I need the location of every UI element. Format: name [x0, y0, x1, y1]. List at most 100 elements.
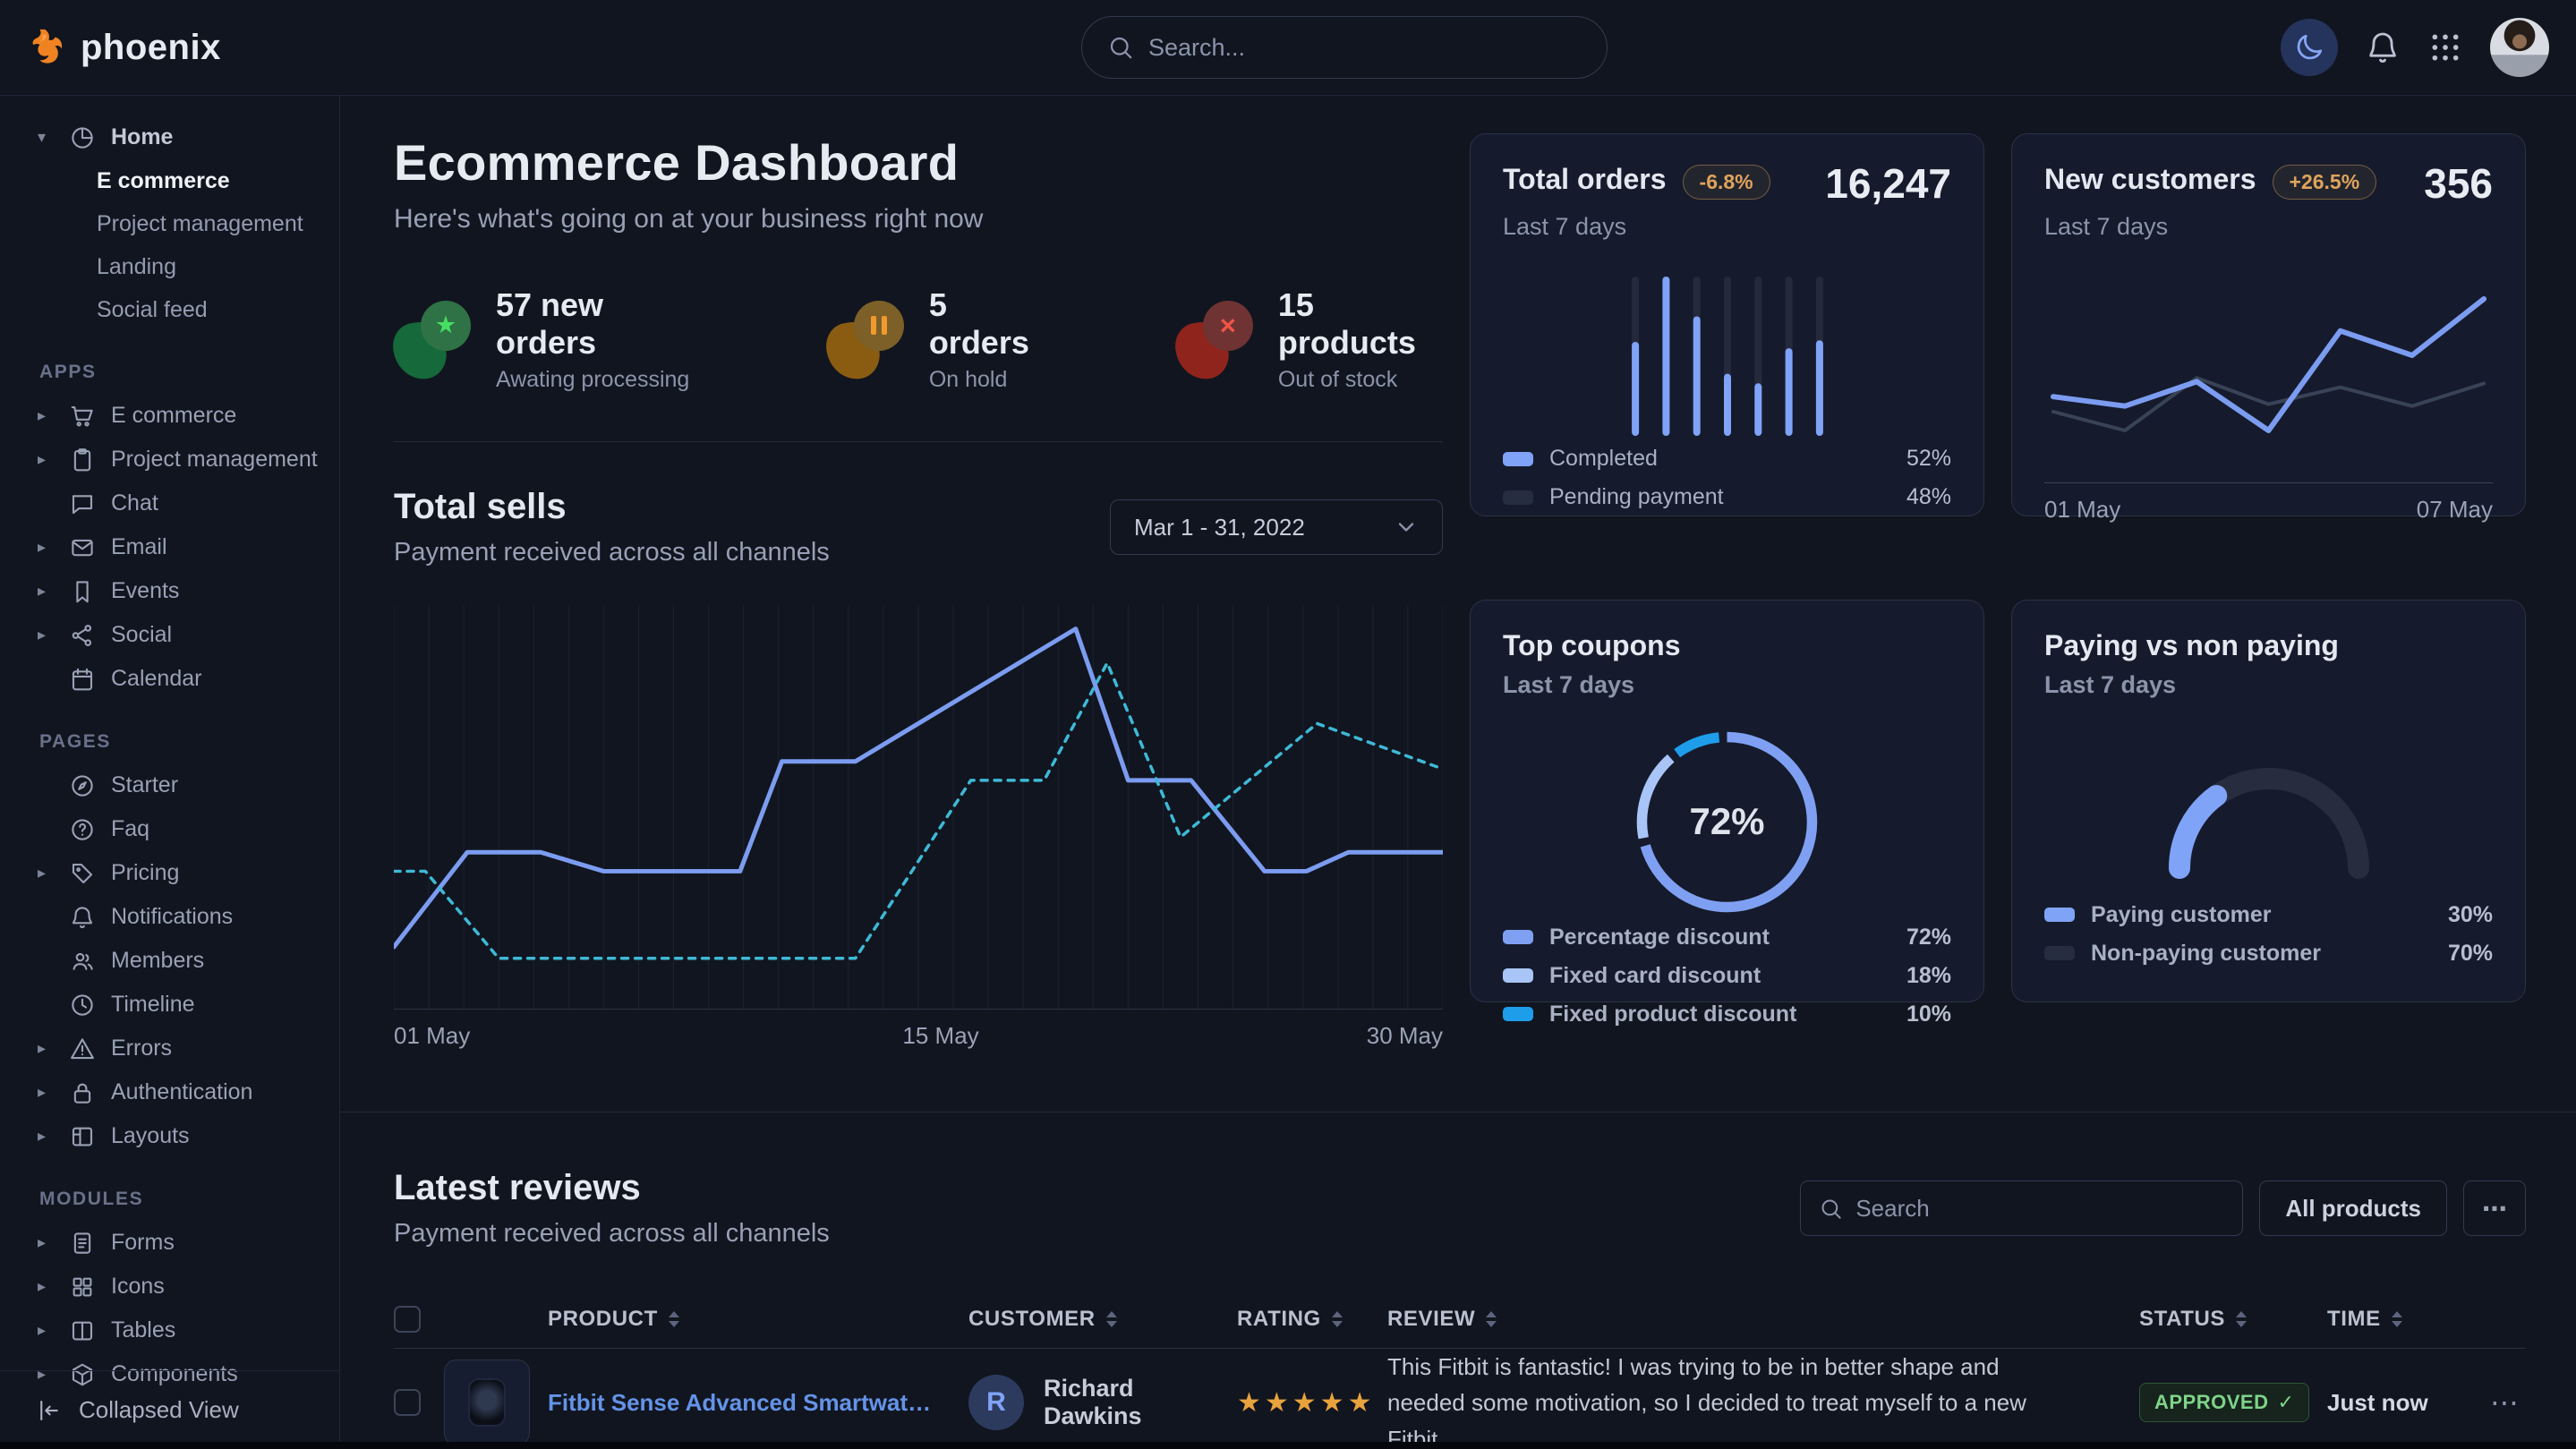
sidebar-item-label: Home	[111, 124, 173, 150]
stat-value: 15 products	[1278, 286, 1443, 362]
dark-mode-toggle[interactable]	[2281, 19, 2338, 76]
question-icon	[69, 816, 96, 843]
reviews-search[interactable]	[1800, 1181, 2243, 1236]
main-content: Ecommerce Dashboard Here's what's going …	[340, 96, 2576, 1449]
sidebar-item-notifications[interactable]: Notifications	[0, 895, 339, 939]
global-search[interactable]	[1081, 16, 1608, 79]
date-range-value: Mar 1 - 31, 2022	[1134, 514, 1305, 541]
app-root: phoenix ▾HomeE commerce Project managemen…	[0, 0, 2576, 1449]
topbar: phoenix	[0, 0, 2576, 96]
sidebar-item-social[interactable]: ▸ Social	[0, 613, 339, 657]
legend-label: Pending payment	[1549, 484, 1724, 510]
donut-center-label: 72%	[1631, 726, 1823, 918]
sidebar-item-label: Errors	[111, 1036, 172, 1061]
sidebar-item-icons[interactable]: ▸Icons	[0, 1265, 339, 1308]
brand[interactable]: phoenix	[27, 27, 221, 68]
sidebar-item-project-management[interactable]: ▸ Project management	[0, 438, 339, 482]
sidebar-item-tables[interactable]: ▸Tables	[0, 1308, 339, 1352]
search-icon	[1819, 1197, 1843, 1221]
card-top-coupons: Top coupons Last 7 days 72% Percentage d…	[1470, 600, 1984, 1002]
sidebar-item-label: Social	[111, 622, 172, 648]
collapse-view-button[interactable]: Collapsed View	[0, 1370, 339, 1449]
brand-name: phoenix	[81, 28, 221, 68]
sidebar-item-label: Events	[111, 578, 179, 604]
caret-right-icon: ▸	[38, 1321, 54, 1340]
card-period: Last 7 days	[2044, 671, 2493, 699]
sidebar-item-chat[interactable]: Chat	[0, 482, 339, 525]
sidebar-item-forms[interactable]: ▸Forms	[0, 1221, 339, 1265]
stat-on-hold: 5 orders On hold	[827, 286, 1042, 393]
more-options-button[interactable]: ⋯	[2463, 1181, 2526, 1236]
sidebar-item-e-commerce[interactable]: E commerce	[0, 159, 339, 202]
stat-caption: On hold	[929, 367, 1042, 393]
reviews-title: Latest reviews	[394, 1168, 830, 1208]
sidebar-item-members[interactable]: Members	[0, 939, 339, 983]
sidebar-item-label: Project management	[111, 447, 318, 473]
sidebar-item-label: Chat	[111, 490, 158, 516]
sidebar-item-starter[interactable]: Starter	[0, 763, 339, 807]
row-more-button[interactable]: ⋯	[2490, 1385, 2526, 1419]
all-products-button[interactable]: All products	[2259, 1181, 2447, 1236]
sidebar-item-authentication[interactable]: ▸Authentication	[0, 1070, 339, 1114]
pie-icon	[69, 124, 96, 151]
caret-right-icon: ▸	[38, 406, 54, 425]
sidebar-item-events[interactable]: ▸Events	[0, 569, 339, 613]
row-checkbox[interactable]	[394, 1389, 421, 1416]
sidebar-item-landing[interactable]: Landing	[0, 245, 339, 288]
sort-icon	[1106, 1311, 1117, 1327]
collapse-label: Collapsed View	[79, 1396, 239, 1424]
sidebar-item-email[interactable]: ▸Email	[0, 525, 339, 569]
global-search-input[interactable]	[1148, 34, 1582, 62]
dashboard-left-column: Ecommerce Dashboard Here's what's going …	[394, 133, 1443, 1053]
card-value: 356	[2424, 163, 2493, 204]
pause-icon	[871, 316, 887, 335]
column-header-rating[interactable]: RATING	[1237, 1307, 1387, 1332]
total-orders-bar-chart	[1503, 273, 1951, 439]
compass-icon	[69, 772, 96, 799]
date-range-select[interactable]: Mar 1 - 31, 2022	[1110, 499, 1443, 555]
stat-caption: Awating processing	[496, 367, 693, 393]
column-header-time[interactable]: TIME	[2327, 1307, 2470, 1332]
sidebar-item-calendar[interactable]: Calendar	[0, 657, 339, 701]
sidebar-item-label: Project management	[97, 211, 303, 237]
paying-legend: Paying customer30%Non-paying customer70%	[2044, 896, 2493, 973]
product-thumbnail[interactable]	[444, 1360, 530, 1445]
sidebar-item-label: Members	[111, 948, 204, 974]
column-header-review[interactable]: REVIEW	[1387, 1307, 2139, 1332]
sidebar-item-social-feed[interactable]: Social feed	[0, 288, 339, 331]
stat-icon: ×	[1176, 301, 1253, 379]
caret-right-icon: ▸	[38, 450, 54, 469]
sidebar-item-layouts[interactable]: ▸Layouts	[0, 1114, 339, 1158]
legend-value: 18%	[1906, 963, 1951, 989]
column-header-customer[interactable]: CUSTOMER	[968, 1307, 1237, 1332]
top-coupons-donut-chart: 72%	[1631, 726, 1823, 918]
sidebar-item-faq[interactable]: Faq	[0, 807, 339, 851]
apps-grid-button[interactable]	[2427, 30, 2463, 65]
sidebar-item-errors[interactable]: ▸Errors	[0, 1027, 339, 1070]
legend-value: 70%	[2448, 941, 2493, 967]
column-header-status[interactable]: STATUS	[2139, 1307, 2327, 1332]
user-avatar[interactable]	[2490, 18, 2549, 77]
card-period: Last 7 days	[1503, 213, 1951, 241]
customer-cell: RRichard Dawkins	[968, 1375, 1237, 1430]
sidebar-item-pricing[interactable]: ▸Pricing	[0, 851, 339, 895]
sidebar-item-project-management[interactable]: Project management	[0, 202, 339, 245]
chevron-down-icon	[1394, 515, 1419, 540]
stat-value: 5 orders	[929, 286, 1042, 362]
sidebar-item-timeline[interactable]: Timeline	[0, 983, 339, 1027]
product-link[interactable]: Fitbit Sense Advanced Smartwatch with To…	[548, 1389, 968, 1417]
select-all-checkbox[interactable]	[394, 1306, 421, 1333]
caret-right-icon: ▸	[38, 626, 54, 644]
share-icon	[69, 622, 96, 649]
legend-value: 72%	[1906, 925, 1951, 950]
sidebar-item-e-commerce[interactable]: ▸E commerce	[0, 394, 339, 438]
phoenix-flame-icon	[27, 27, 68, 68]
bell-icon	[69, 904, 96, 931]
stat-value: 57 new orders	[496, 286, 693, 362]
column-header-product[interactable]: PRODUCT	[548, 1307, 968, 1332]
notifications-button[interactable]	[2365, 30, 2401, 65]
rating-stars: ★★★★★	[1237, 1387, 1387, 1419]
reviews-search-input[interactable]	[1855, 1195, 2224, 1223]
sidebar-item-label: Starter	[111, 772, 178, 798]
sidebar-item-home[interactable]: ▾Home	[0, 115, 339, 159]
